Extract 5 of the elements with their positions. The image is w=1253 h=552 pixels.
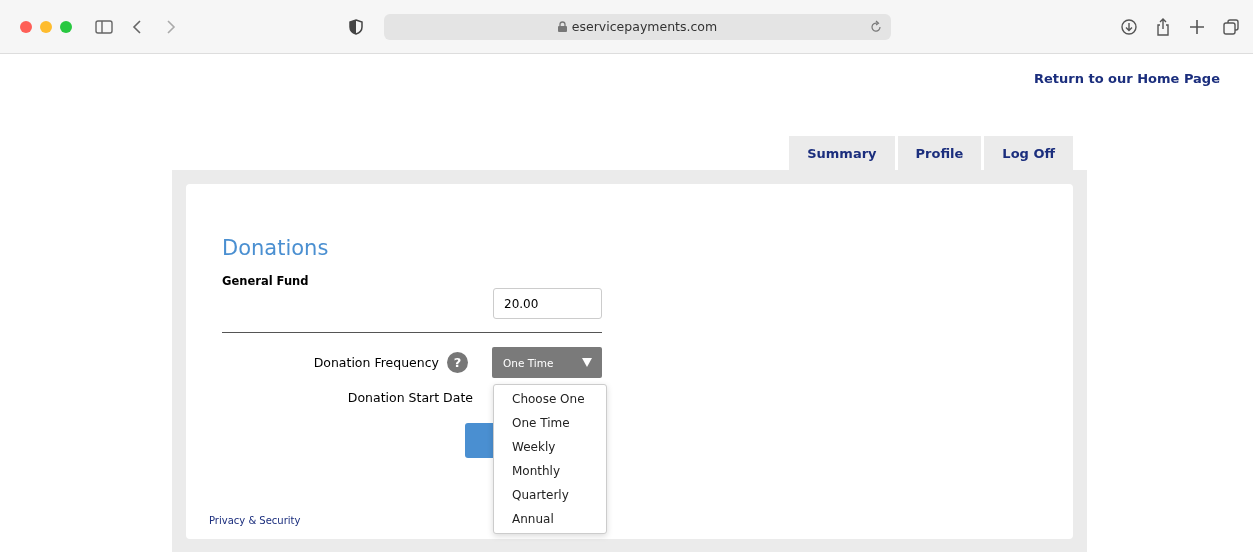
start-date-label: Donation Start Date (346, 390, 473, 405)
frequency-label: Donation Frequency (312, 355, 439, 370)
page-title: Donations (222, 236, 330, 260)
fund-label: General Fund (222, 274, 310, 288)
url-text: eservicepayments.com (571, 19, 718, 34)
